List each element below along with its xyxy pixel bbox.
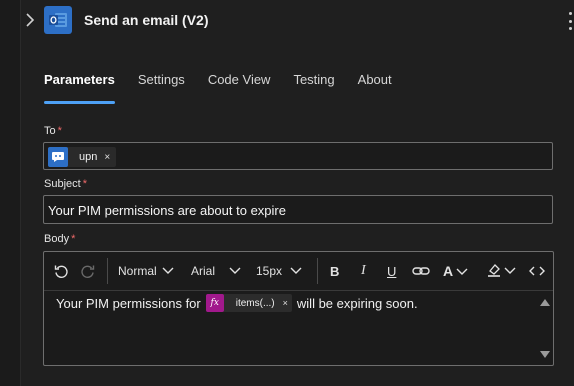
subject-field[interactable]: Your PIM permissions are about to expire: [43, 195, 553, 224]
body-label: Body *: [44, 233, 75, 245]
body-label-text: Body: [44, 233, 70, 245]
redo-icon[interactable]: [80, 262, 96, 280]
scroll-down-arrow-icon[interactable]: [540, 351, 550, 358]
more-options-icon[interactable]: [566, 12, 574, 30]
to-label-text: To: [44, 125, 56, 137]
function-icon: fx: [205, 294, 224, 312]
font-family-value: Arial: [191, 264, 216, 278]
chevron-down-icon: [229, 264, 241, 278]
required-mark: *: [71, 233, 76, 245]
font-color-glyph: A: [443, 263, 454, 279]
tab-bar: Parameters Settings Code View Testing Ab…: [44, 72, 415, 104]
required-mark: *: [57, 125, 62, 137]
remove-expression-button[interactable]: ×: [283, 298, 288, 308]
underline-button[interactable]: U: [387, 262, 396, 280]
tab-code-view[interactable]: Code View: [208, 72, 271, 102]
scroll-up-arrow-icon[interactable]: [540, 299, 550, 306]
tab-settings[interactable]: Settings: [138, 72, 185, 102]
body-editor[interactable]: Normal Arial 15px B I U A Your PIM permi…: [43, 251, 554, 366]
font-family-dropdown[interactable]: Arial: [191, 262, 241, 280]
subject-value: Your PIM permissions are about to expire: [48, 203, 286, 218]
toolbar-divider: [107, 258, 108, 284]
to-label: To *: [44, 125, 62, 137]
body-content[interactable]: Your PIM permissions for fx items(...) ×…: [56, 294, 418, 312]
chevron-right-icon[interactable]: [22, 12, 38, 28]
chevron-down-icon: [504, 264, 516, 278]
upn-token-label: upn: [79, 151, 98, 163]
link-icon[interactable]: [412, 262, 430, 280]
editor-scrollbar[interactable]: [538, 291, 552, 364]
to-field[interactable]: upn ×: [43, 142, 553, 170]
paragraph-style-dropdown[interactable]: Normal: [118, 262, 174, 280]
subject-label-text: Subject: [44, 178, 81, 190]
italic-button[interactable]: I: [361, 262, 366, 280]
highlight-dropdown[interactable]: [486, 262, 516, 280]
font-size-dropdown[interactable]: 15px: [256, 262, 302, 280]
paragraph-style-value: Normal: [118, 264, 157, 278]
tab-testing[interactable]: Testing: [293, 72, 334, 102]
body-text-before: Your PIM permissions for: [56, 295, 201, 311]
chevron-down-icon: [290, 264, 302, 278]
action-header: Send an email (V2): [20, 0, 574, 42]
rich-text-toolbar: Normal Arial 15px B I U A: [44, 252, 553, 291]
required-mark: *: [82, 178, 87, 190]
tab-about[interactable]: About: [358, 72, 392, 102]
subject-label: Subject *: [44, 178, 87, 190]
upn-token[interactable]: upn ×: [48, 147, 117, 167]
chevron-down-icon: [162, 264, 174, 278]
expression-token[interactable]: fx items(...) ×: [205, 294, 292, 312]
bold-button[interactable]: B: [330, 262, 339, 280]
remove-token-button[interactable]: ×: [104, 152, 110, 163]
left-rail: [0, 0, 21, 386]
tab-parameters[interactable]: Parameters: [44, 72, 115, 104]
expression-label: items(...): [235, 297, 275, 309]
chevron-down-icon: [456, 263, 468, 279]
highlight-icon: [486, 262, 502, 281]
outlook-icon: [44, 6, 72, 34]
font-color-dropdown[interactable]: A: [443, 262, 468, 280]
dynamic-content-icon: [48, 147, 68, 167]
font-size-value: 15px: [256, 264, 283, 278]
undo-icon[interactable]: [53, 262, 69, 280]
body-text-after: will be expiring soon.: [296, 295, 418, 311]
code-view-icon[interactable]: [529, 262, 545, 280]
page: Send an email (V2) Parameters Settings C…: [0, 0, 574, 386]
toolbar-divider: [317, 258, 318, 284]
action-title: Send an email (V2): [84, 12, 209, 28]
